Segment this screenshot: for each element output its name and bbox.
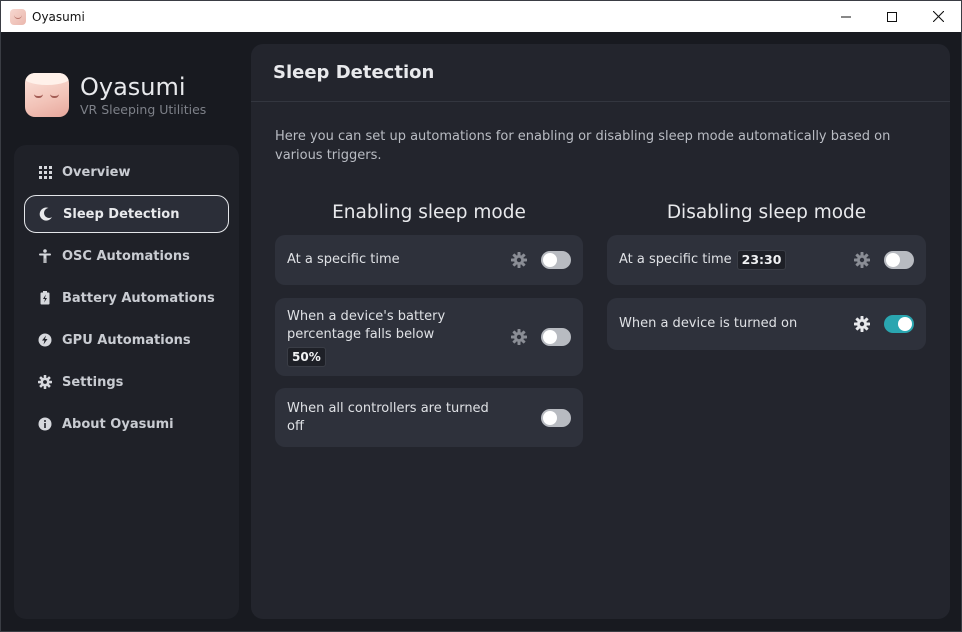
sidebar-item-about[interactable]: About Oyasumi bbox=[24, 405, 229, 443]
title-bar[interactable]: Oyasumi bbox=[1, 1, 961, 32]
enable-at-time-toggle[interactable] bbox=[541, 251, 571, 269]
close-icon bbox=[932, 11, 944, 22]
gpu-icon bbox=[38, 333, 52, 347]
settings-gear-icon[interactable] bbox=[511, 252, 527, 268]
maximize-icon bbox=[887, 11, 897, 22]
battery-icon bbox=[38, 291, 52, 305]
brand-title: Oyasumi bbox=[80, 72, 186, 101]
page-header: Sleep Detection bbox=[251, 44, 950, 102]
card-label: When all controllers are turned off bbox=[287, 400, 489, 434]
settings-gear-icon[interactable] bbox=[854, 252, 870, 268]
battery-threshold-value[interactable]: 50% bbox=[287, 346, 326, 367]
settings-gear-icon[interactable] bbox=[854, 316, 870, 332]
enable-battery-card: When a device's battery percentage falls… bbox=[275, 298, 583, 376]
sidebar-item-label: Battery Automations bbox=[62, 290, 215, 306]
sidebar-item-settings[interactable]: Settings bbox=[24, 363, 229, 401]
enabling-section-title: Enabling sleep mode bbox=[332, 202, 526, 223]
person-icon bbox=[38, 249, 52, 263]
minimize-icon bbox=[841, 16, 851, 17]
sidebar-item-label: Settings bbox=[62, 374, 124, 390]
window-controls bbox=[823, 1, 961, 32]
sidebar-nav: Overview Sleep Detection OSC Automations bbox=[14, 145, 239, 619]
page-description: Here you can set up automations for enab… bbox=[275, 129, 891, 163]
disable-at-time-card: At a specific time 23:30 bbox=[607, 235, 926, 285]
sidebar-item-label: About Oyasumi bbox=[62, 416, 174, 432]
main-panel: Sleep Detection Here you can set up auto… bbox=[251, 44, 950, 619]
maximize-button[interactable] bbox=[869, 1, 915, 32]
enable-battery-toggle[interactable] bbox=[541, 328, 571, 346]
sidebar-item-label: Overview bbox=[62, 164, 131, 180]
settings-gear-icon[interactable] bbox=[511, 329, 527, 345]
sidebar-item-osc-automations[interactable]: OSC Automations bbox=[24, 237, 229, 275]
window-title: Oyasumi bbox=[32, 9, 85, 24]
enable-at-time-card: At a specific time bbox=[275, 235, 583, 285]
gear-icon bbox=[38, 375, 52, 389]
sidebar-item-label: Sleep Detection bbox=[63, 206, 180, 222]
card-label: At a specific time bbox=[287, 252, 400, 267]
minimize-button[interactable] bbox=[823, 1, 869, 32]
app-window: Oyasumi Oyasumi VR Sleeping Utilities Ov… bbox=[0, 0, 962, 632]
sidebar-item-battery-automations[interactable]: Battery Automations bbox=[24, 279, 229, 317]
close-button[interactable] bbox=[915, 1, 961, 32]
page-title: Sleep Detection bbox=[273, 62, 435, 83]
moon-icon bbox=[39, 207, 53, 221]
app-icon bbox=[10, 8, 26, 25]
disable-device-on-toggle[interactable] bbox=[884, 315, 914, 333]
disable-device-on-card: When a device is turned on bbox=[607, 298, 926, 350]
sidebar-item-gpu-automations[interactable]: GPU Automations bbox=[24, 321, 229, 359]
enable-controllers-off-toggle[interactable] bbox=[541, 409, 571, 427]
disable-time-value[interactable]: 23:30 bbox=[736, 250, 787, 270]
sidebar-item-overview[interactable]: Overview bbox=[24, 153, 229, 191]
card-label: When a device's battery percentage falls… bbox=[287, 308, 446, 342]
brand-subtitle: VR Sleeping Utilities bbox=[80, 101, 207, 117]
oyasumi-logo-icon bbox=[25, 73, 69, 117]
disabling-section-title: Disabling sleep mode bbox=[666, 202, 867, 223]
info-icon bbox=[38, 417, 52, 431]
enable-controllers-off-card: When all controllers are turned off bbox=[275, 388, 583, 447]
card-label: At a specific time bbox=[619, 252, 732, 267]
sidebar-item-label: GPU Automations bbox=[62, 332, 191, 348]
sidebar-item-label: OSC Automations bbox=[62, 248, 190, 264]
grid-icon bbox=[38, 165, 52, 179]
disable-at-time-toggle[interactable] bbox=[884, 251, 914, 269]
brand: Oyasumi VR Sleeping Utilities bbox=[25, 73, 206, 117]
sidebar-item-sleep-detection[interactable]: Sleep Detection bbox=[24, 195, 229, 233]
card-label: When a device is turned on bbox=[619, 316, 798, 331]
